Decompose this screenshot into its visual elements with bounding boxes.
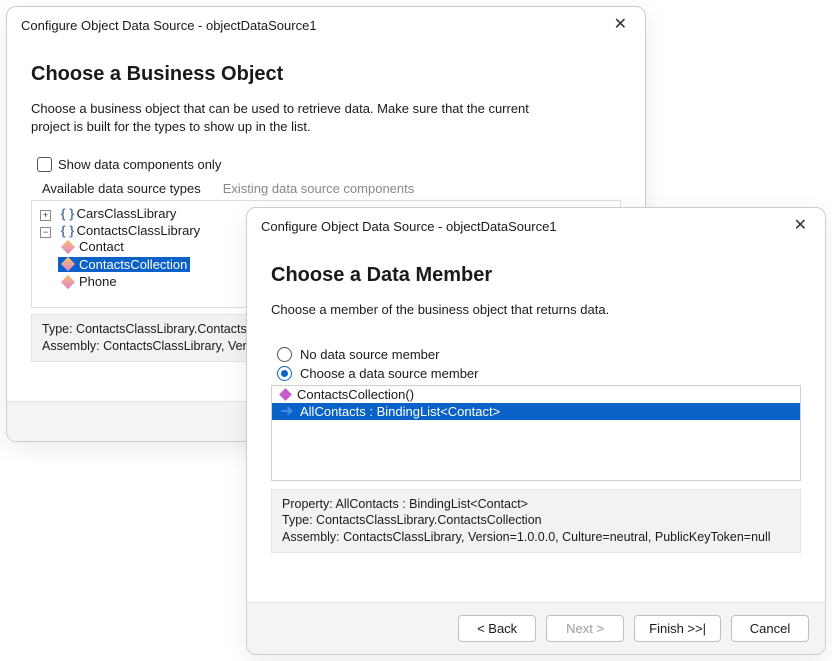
info-line: Property: AllContacts : BindingList<Cont…: [282, 496, 790, 513]
close-icon[interactable]: ✕: [608, 15, 633, 35]
show-data-components-only[interactable]: Show data components only: [37, 157, 621, 172]
next-button: Next >: [546, 615, 624, 642]
radio-label: Choose a data source member: [300, 366, 478, 381]
radio-icon[interactable]: [277, 347, 292, 362]
radio-icon[interactable]: [277, 366, 292, 381]
dialog-body: Choose a Data Member Choose a member of …: [247, 242, 825, 602]
page-heading: Choose a Business Object: [31, 63, 621, 86]
radio-label: No data source member: [300, 347, 439, 362]
info-line: Assembly: ContactsClassLibrary, Version=…: [282, 529, 790, 546]
method-icon: [279, 388, 292, 401]
tabs: Available data source types Existing dat…: [31, 176, 621, 200]
tab-available-types[interactable]: Available data source types: [31, 176, 212, 200]
expand-icon[interactable]: +: [40, 210, 51, 221]
member-constructor[interactable]: ContactsCollection(): [272, 386, 800, 403]
cancel-button[interactable]: Cancel: [731, 615, 809, 642]
collapse-icon[interactable]: −: [40, 227, 51, 238]
class-icon: [61, 257, 75, 271]
page-subtext: Choose a member of the business object t…: [271, 301, 801, 319]
page-heading: Choose a Data Member: [271, 264, 801, 287]
member-label: AllContacts : BindingList<Contact>: [300, 404, 500, 419]
dialog-choose-data-member: Configure Object Data Source - objectDat…: [246, 207, 826, 655]
dialog-footer: < Back Next > Finish >>| Cancel: [247, 602, 825, 654]
tree-label: ContactsClassLibrary: [77, 223, 201, 238]
finish-button[interactable]: Finish >>|: [634, 615, 721, 642]
dialog-title: Configure Object Data Source - objectDat…: [21, 18, 317, 33]
tree-label: Contact: [79, 239, 124, 254]
namespace-icon: { }: [61, 223, 73, 238]
member-list[interactable]: ContactsCollection() AllContacts : Bindi…: [271, 385, 801, 481]
back-button[interactable]: < Back: [458, 615, 536, 642]
dialog-title: Configure Object Data Source - objectDat…: [261, 219, 557, 234]
radio-choose-data-source-member[interactable]: Choose a data source member: [277, 366, 801, 381]
checkbox-label: Show data components only: [58, 157, 221, 172]
member-allcontacts[interactable]: AllContacts : BindingList<Contact>: [272, 403, 800, 420]
close-icon[interactable]: ✕: [788, 216, 813, 236]
tree-namespace[interactable]: { } CarsClassLibrary: [58, 206, 180, 221]
property-icon: [281, 406, 293, 416]
namespace-icon: { }: [61, 206, 73, 221]
tree-class-contact[interactable]: Contact: [58, 239, 127, 254]
member-label: ContactsCollection(): [297, 387, 414, 402]
tree-namespace[interactable]: { } ContactsClassLibrary: [58, 223, 204, 238]
member-info-panel: Property: AllContacts : BindingList<Cont…: [271, 489, 801, 554]
radio-no-data-source-member[interactable]: No data source member: [277, 347, 801, 362]
tab-existing-components[interactable]: Existing data source components: [212, 176, 426, 200]
class-icon: [61, 275, 75, 289]
checkbox-icon[interactable]: [37, 157, 52, 172]
page-subtext: Choose a business object that can be use…: [31, 100, 571, 135]
info-line: Type: ContactsClassLibrary.ContactsColle…: [282, 512, 790, 529]
tree-label: CarsClassLibrary: [77, 206, 177, 221]
tree-label: Phone: [79, 274, 117, 289]
class-icon: [61, 240, 75, 254]
tree-label: ContactsCollection: [79, 257, 187, 272]
tree-class-contactscollection[interactable]: ContactsCollection: [58, 257, 190, 272]
titlebar: Configure Object Data Source - objectDat…: [247, 208, 825, 242]
tree-class-phone[interactable]: Phone: [58, 274, 120, 289]
titlebar: Configure Object Data Source - objectDat…: [7, 7, 645, 41]
